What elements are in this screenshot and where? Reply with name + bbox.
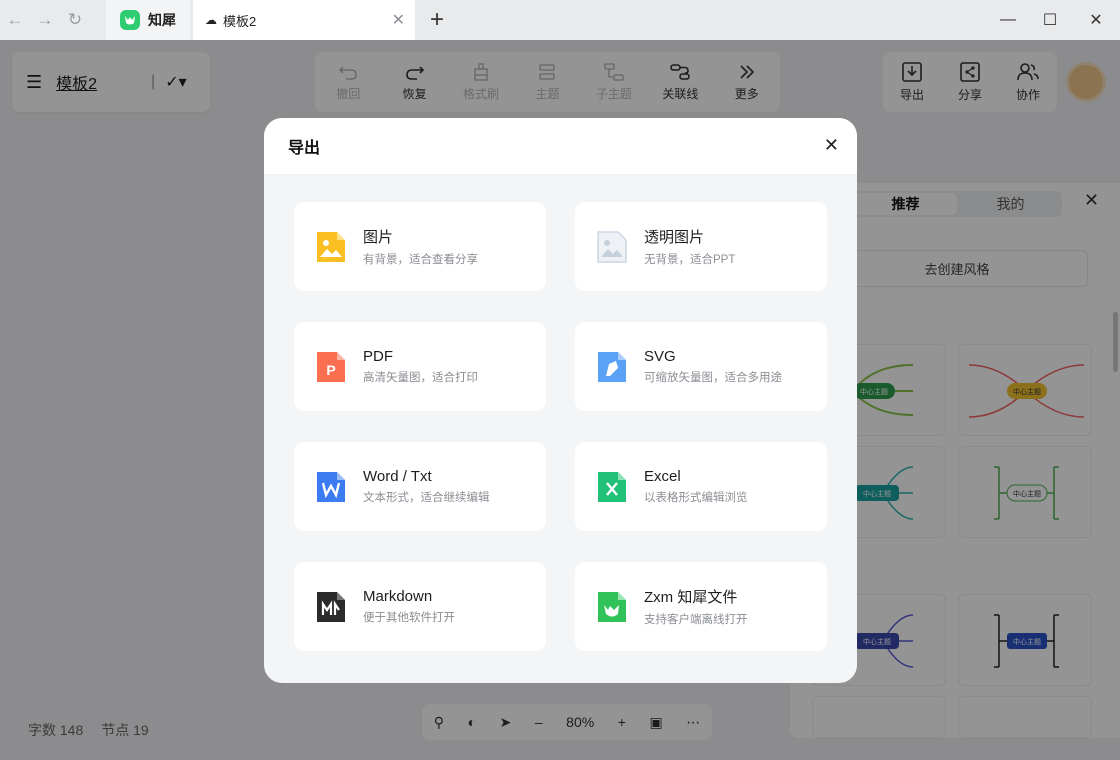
export-dialog: 导出 ✕ 图片有背景，适合查看分享 透明图片无背景，适合PPT P PDF 高清矢…	[264, 118, 857, 683]
markdown-icon	[317, 591, 345, 622]
dialog-close-icon[interactable]: ✕	[824, 135, 839, 156]
zxm-file-icon	[598, 591, 626, 622]
export-option-pdf[interactable]: P PDF 高清矢量图，适合打印	[294, 322, 546, 411]
forward-icon[interactable]: →	[30, 0, 60, 40]
svg-icon	[598, 351, 626, 382]
window-close-icon[interactable]: ✕	[1073, 0, 1119, 40]
export-option-name: Word / Txt	[363, 468, 432, 485]
excel-icon	[598, 471, 626, 502]
export-option-desc: 支持客户端离线打开	[644, 614, 748, 626]
export-option-svg[interactable]: SVG 可缩放矢量图，适合多用途	[575, 322, 827, 411]
export-option-name: 图片	[363, 229, 394, 246]
new-tab-button[interactable]: +	[430, 6, 444, 34]
doc-tab-label: 模板2	[223, 13, 257, 29]
minimize-icon[interactable]: —	[985, 0, 1031, 40]
export-option-name: PDF	[363, 348, 393, 365]
image-icon	[317, 231, 345, 262]
transparent-image-icon	[597, 230, 627, 263]
export-option-desc: 高清矢量图，适合打印	[363, 372, 478, 384]
pdf-icon: P	[317, 351, 345, 382]
export-option-desc: 无背景，适合PPT	[644, 254, 736, 266]
export-option-desc: 可缩放矢量图，适合多用途	[644, 372, 782, 384]
tab-app-home[interactable]: 知犀	[106, 0, 190, 40]
export-option-name: Zxm 知犀文件	[644, 589, 738, 606]
app-tab-label: 知犀	[148, 12, 176, 28]
reload-icon[interactable]: ↻	[60, 0, 90, 40]
export-option-name: 透明图片	[644, 229, 705, 246]
export-option-image[interactable]: 图片有背景，适合查看分享	[294, 202, 546, 291]
tab-close-icon[interactable]: ✕	[392, 10, 405, 30]
export-option-word[interactable]: Word / Txt 文本形式，适合继续编辑	[294, 442, 546, 531]
cloud-icon: ☁	[205, 13, 217, 27]
dialog-title: 导出	[288, 140, 321, 157]
export-option-markdown[interactable]: Markdown 便于其他软件打开	[294, 562, 546, 651]
export-option-zxm[interactable]: Zxm 知犀文件支持客户端离线打开	[575, 562, 827, 651]
svg-text:P: P	[326, 362, 335, 378]
dialog-header: 导出	[264, 118, 857, 175]
export-option-desc: 文本形式，适合继续编辑	[363, 492, 490, 504]
tab-document[interactable]: ☁ 模板2 ✕	[193, 0, 415, 40]
export-option-name: Markdown	[363, 588, 433, 605]
export-option-desc: 有背景，适合查看分享	[363, 254, 478, 266]
export-option-name: SVG	[644, 348, 676, 365]
export-option-excel[interactable]: Excel 以表格形式编辑浏览	[575, 442, 827, 531]
export-option-desc: 便于其他软件打开	[363, 612, 455, 624]
export-option-transparent-image[interactable]: 透明图片无背景，适合PPT	[575, 202, 827, 291]
app-logo-icon	[120, 10, 140, 30]
export-option-name: Excel	[644, 468, 681, 485]
word-icon	[317, 471, 345, 502]
back-icon[interactable]: ←	[0, 0, 30, 40]
maximize-icon[interactable]: ☐	[1027, 0, 1073, 40]
export-option-desc: 以表格形式编辑浏览	[644, 492, 748, 504]
